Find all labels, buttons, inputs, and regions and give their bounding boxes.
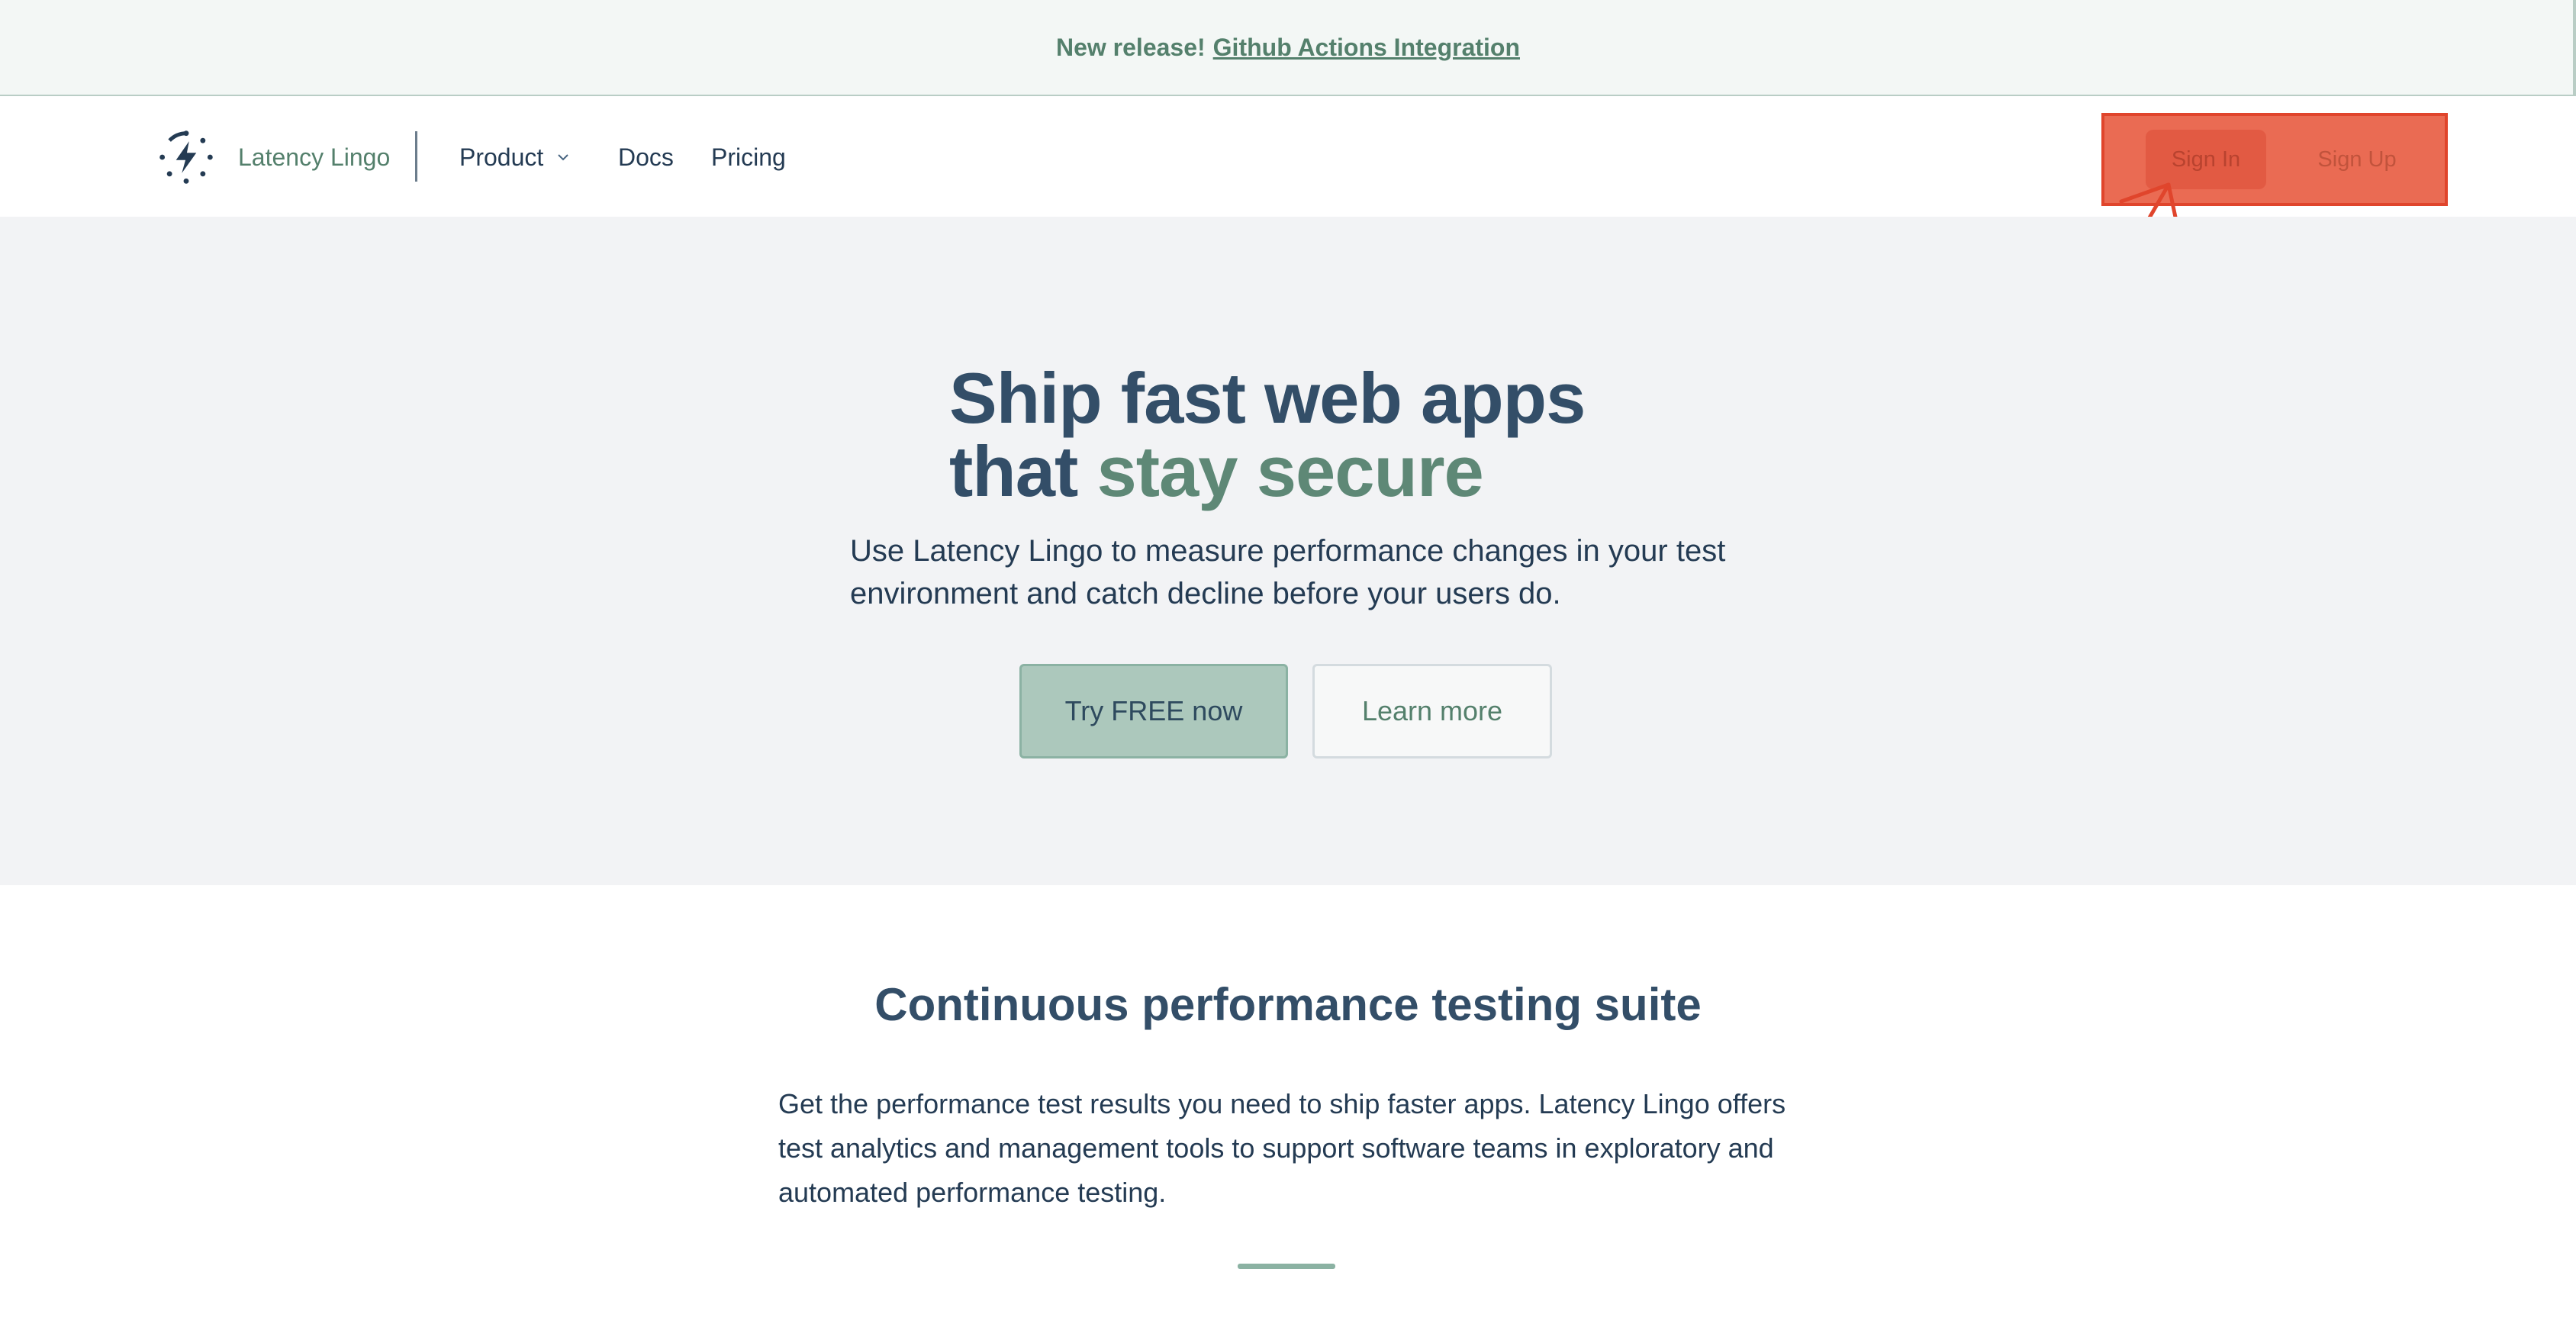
window-edge <box>2573 0 2576 96</box>
nav-product[interactable]: Product <box>459 140 572 174</box>
nav-pricing[interactable]: Pricing <box>711 140 786 174</box>
try-free-button[interactable]: Try FREE now <box>1019 664 1288 758</box>
hero-title-line1: Ship fast web apps <box>949 358 1586 438</box>
brand-name: Latency Lingo <box>238 143 391 171</box>
announcement-text: New release! <box>1055 33 1206 61</box>
learn-more-button[interactable]: Learn more <box>1312 664 1552 758</box>
hero-title-line2-prefix: that <box>949 431 1078 511</box>
hero-subtitle: Use Latency Lingo to measure performance… <box>850 534 1726 610</box>
nav-product-label: Product <box>459 143 544 171</box>
hero-section: Ship fast web apps that stay secure Use … <box>0 217 2576 885</box>
announcement-bar: New release! Github Actions Integration <box>0 0 2576 96</box>
hero-title-accent: stay secure <box>1096 431 1483 511</box>
features-body: Get the performance test results you nee… <box>778 1088 1786 1208</box>
nav-docs[interactable]: Docs <box>618 140 674 174</box>
chevron-down-icon <box>558 154 568 161</box>
announcement-link[interactable]: Github Actions Integration <box>1213 34 1520 62</box>
nav-divider <box>415 131 417 182</box>
section-divider <box>1238 1264 1335 1269</box>
nav-pricing-label: Pricing <box>711 143 786 171</box>
brand-link[interactable]: Latency Lingo <box>157 128 390 186</box>
hero-title: Ship fast web apps that stay secure <box>949 362 1586 511</box>
logo-icon <box>159 130 213 184</box>
sign-up-button[interactable]: Sign Up <box>2289 130 2425 189</box>
features-title: Continuous performance testing suite <box>874 979 1702 1030</box>
nav-docs-label: Docs <box>618 143 674 171</box>
